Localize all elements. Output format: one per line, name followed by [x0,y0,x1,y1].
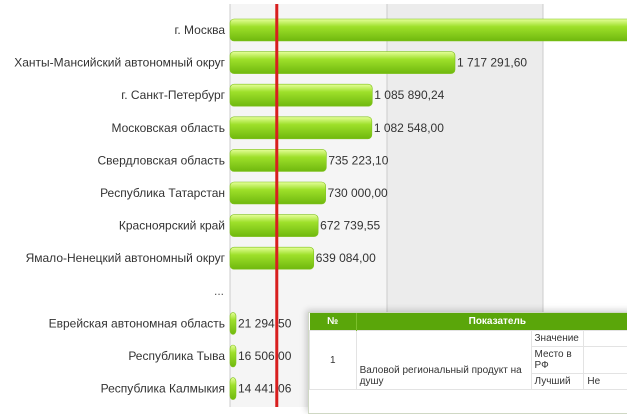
data-bar [230,84,372,106]
category-label: Республика Калмыкия [101,382,225,396]
value-label: 1 082 548,00 [374,121,444,135]
data-bar [230,52,455,74]
value-label: 730 000,00 [328,186,388,200]
data-bar [230,19,627,41]
sub-label-best: Лучший [531,374,584,390]
table-header-row: № Показатель [310,313,627,331]
category-label: Республика Татарстан [100,186,225,200]
data-bar [230,247,314,269]
value-label: 16 506,00 [238,349,292,363]
row-number: 1 [310,331,357,390]
category-label: Московская область [111,121,225,135]
indicator-table-panel: № Показатель 1 Валовой региональный прод… [308,312,627,414]
ellipsis-label: ... [214,284,224,298]
column-header-indicator[interactable]: Показатель [356,313,627,331]
data-bar [230,345,236,367]
best-cell: Не [584,374,627,390]
data-bar [230,215,318,237]
value-cell [584,331,627,347]
category-label: Красноярский край [119,219,225,233]
value-label: 1 085 890,24 [374,88,444,102]
sub-label-place: Место в РФ [531,347,584,374]
data-bar [230,312,236,334]
place-cell [584,347,627,374]
category-label: г. Москва [174,23,225,37]
sub-label-value: Значение [531,331,584,347]
data-bar [230,117,372,139]
value-label: 672 739,55 [320,219,380,233]
value-label: 14 441,06 [238,382,292,396]
category-label: Свердловская область [98,153,225,167]
value-label: 735 223,10 [328,153,388,167]
category-label: г. Санкт-Петербург [121,88,225,102]
category-label: Еврейская автономная область [49,316,225,330]
category-label: Ямало-Ненецкий автономный округ [26,251,226,265]
indicator-table: № Показатель 1 Валовой региональный прод… [309,313,627,390]
data-bar [230,378,236,400]
column-header-number[interactable]: № [310,313,357,331]
value-label: 21 294,50 [238,316,292,330]
value-label: 1 717 291,60 [457,56,527,70]
table-row: 1 Валовой региональный продукт на душу З… [310,331,627,347]
indicator-name[interactable]: Валовой региональный продукт на душу [356,331,531,390]
category-label: Ханты-Мансийский автономный округ [14,56,225,70]
value-label: 639 084,00 [316,251,376,265]
category-label: Республика Тыва [128,349,225,363]
